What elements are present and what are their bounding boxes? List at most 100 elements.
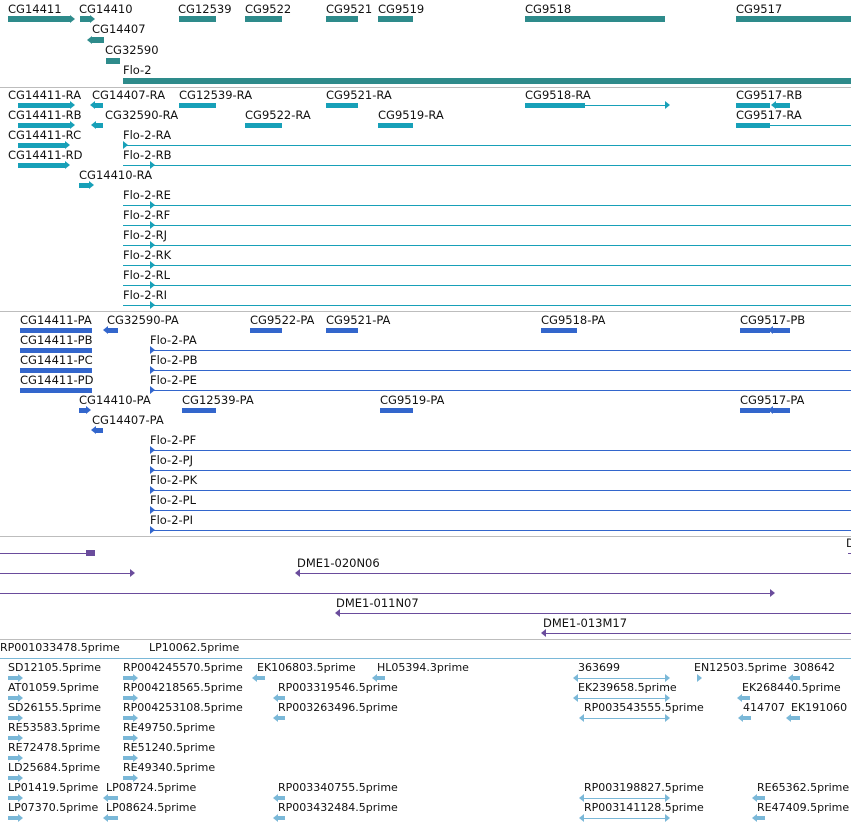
est-414707-label[interactable]: 414707 (743, 701, 785, 714)
protein-flo-2-pf-line[interactable] (150, 450, 851, 451)
protein-flo-2-pa-label[interactable]: Flo-2-PA (150, 334, 197, 347)
clone-d-label[interactable]: D (846, 537, 851, 550)
transcript-cg14407-ra-block[interactable] (95, 102, 103, 108)
protein-cg14411-pb-block[interactable] (20, 347, 92, 353)
est-rp003432484-5prime-block[interactable] (278, 816, 285, 820)
est-re72478-5prime-block[interactable] (8, 756, 18, 760)
est-ek268440-5prime-block[interactable] (742, 696, 750, 700)
transcript-flo-2-rj-line[interactable] (123, 245, 851, 246)
transcript-cg9518-ra-line[interactable] (585, 105, 665, 106)
transcript-cg9517-rb-block[interactable] (736, 102, 770, 108)
transcript-cg14411-rd-label[interactable]: CG14411-RD (8, 149, 83, 162)
protein-cg14411-pa-label[interactable]: CG14411-PA (20, 314, 92, 327)
est-rp004245570-5prime-block[interactable] (123, 676, 133, 680)
protein-cg14411-pa-block[interactable] (20, 327, 92, 333)
transcript-cg9518-ra-block[interactable] (525, 102, 585, 108)
protein-cg14411-pc-label[interactable]: CG14411-PC (20, 354, 93, 367)
protein-cg14407-pa-block[interactable] (96, 427, 103, 433)
est-rp003543555-5prime-label[interactable]: RP003543555.5prime (584, 701, 704, 714)
est-lp07370-5prime-block[interactable] (8, 816, 18, 820)
transcript-cg32590-ra-label[interactable]: CG32590-RA (105, 109, 178, 122)
transcript-cg9517-ra-block[interactable] (736, 122, 770, 128)
est-lp07370-5prime-label[interactable]: LP07370.5prime (8, 801, 98, 814)
est-lp10062-5prime-label[interactable]: LP10062.5prime (149, 641, 239, 654)
gene-cg14407-label[interactable]: CG14407 (92, 23, 146, 36)
transcript-cg12539-ra-block[interactable] (179, 102, 216, 108)
transcript-flo-2-ri-label[interactable]: Flo-2-RI (123, 289, 167, 302)
transcript-cg12539-ra-label[interactable]: CG12539-RA (179, 89, 252, 102)
est-rp004218565-5prime-label[interactable]: RP004218565.5prime (123, 681, 243, 694)
est-rp003141128-5prime-line[interactable] (584, 818, 665, 819)
transcript-flo-2-rk-label[interactable]: Flo-2-RK (123, 249, 171, 262)
est-hl05394-3prime-block[interactable] (377, 676, 385, 680)
transcript-flo-2-ra-label[interactable]: Flo-2-RA (123, 129, 171, 142)
est-re51240-5prime-label[interactable]: RE51240.5prime (123, 741, 215, 754)
gene-cg9519-block[interactable] (378, 16, 413, 22)
gene-cg9522-label[interactable]: CG9522 (245, 3, 291, 16)
est-re47409-5prime-label[interactable]: RE47409.5prime (757, 801, 849, 814)
transcript-cg9521-ra-block[interactable] (326, 102, 358, 108)
clone-dme1-020n06-line[interactable] (300, 573, 851, 574)
transcript-flo-2-re-label[interactable]: Flo-2-RE (123, 189, 171, 202)
est-rp003340755-5prime-block[interactable] (278, 796, 285, 800)
protein-cg14411-pd-label[interactable]: CG14411-PD (20, 374, 93, 387)
gene-cg14410-label[interactable]: CG14410 (79, 3, 133, 16)
gene-cg12539-label[interactable]: CG12539 (178, 3, 232, 16)
protein-cg32590-pa-block[interactable] (108, 327, 118, 333)
protein-flo-2-pl-label[interactable]: Flo-2-PL (150, 494, 196, 507)
est-363699-label[interactable]: 363699 (578, 661, 620, 674)
est-en12503-5prime-label[interactable]: EN12503.5prime (694, 661, 787, 674)
est-re65362-5prime-label[interactable]: RE65362.5prime (757, 781, 849, 794)
protein-flo-2-pk-line[interactable] (150, 490, 851, 491)
est-ek106803-5prime-block[interactable] (257, 676, 265, 680)
est-rp003543555-5prime-line[interactable] (584, 718, 665, 719)
transcript-flo-2-rb-label[interactable]: Flo-2-RB (123, 149, 172, 162)
transcript-flo-2-ra-line[interactable] (123, 145, 851, 146)
transcript-cg9518-ra-label[interactable]: CG9518-RA (525, 89, 591, 102)
gene-flo-2-label[interactable]: Flo-2 (123, 64, 152, 77)
est-sd26155-5prime-label[interactable]: SD26155.5prime (8, 701, 101, 714)
gene-cg9519-label[interactable]: CG9519 (378, 3, 424, 16)
protein-cg9517-pb-block[interactable] (773, 327, 790, 333)
protein-flo-2-pi-line[interactable] (150, 530, 851, 531)
est-re51240-5prime-block[interactable] (123, 756, 133, 760)
gene-cg14411-label[interactable]: CG14411 (8, 3, 62, 16)
protein-flo-2-pk-label[interactable]: Flo-2-PK (150, 474, 197, 487)
transcript-flo-2-rk-line[interactable] (123, 265, 851, 266)
transcript-cg9517-ra-label[interactable]: CG9517-RA (736, 109, 802, 122)
gene-cg32590-label[interactable]: CG32590 (105, 44, 159, 57)
est-re49750-5prime-block[interactable] (123, 736, 133, 740)
protein-cg9518-pa-label[interactable]: CG9518-PA (541, 314, 605, 327)
est-lp08624-5prime-label[interactable]: LP08624.5prime (106, 801, 196, 814)
est-414707-block[interactable] (743, 716, 751, 720)
protein-cg14410-pa-block[interactable] (79, 407, 86, 413)
est-rp003198827-5prime-line[interactable] (584, 798, 665, 799)
protein-flo-2-pe-line[interactable] (150, 390, 851, 391)
est-re49750-5prime-label[interactable]: RE49750.5prime (123, 721, 215, 734)
protein-cg9522-pa-label[interactable]: CG9522-PA (250, 314, 314, 327)
gene-cg9521-label[interactable]: CG9521 (326, 3, 372, 16)
protein-cg12539-pa-block[interactable] (182, 407, 216, 413)
protein-flo-2-pl-line[interactable] (150, 510, 851, 511)
clone-unnamed-3-line[interactable] (0, 593, 770, 594)
protein-flo-2-pj-line[interactable] (150, 470, 851, 471)
est-rp003432484-5prime-label[interactable]: RP003432484.5prime (278, 801, 398, 814)
gene-cg14410-block[interactable] (80, 16, 90, 22)
protein-cg9518-pa-block[interactable] (541, 327, 577, 333)
protein-cg9517-pa-block[interactable] (740, 407, 770, 413)
transcript-flo-2-re-line[interactable] (123, 205, 851, 206)
gene-cg9521-block[interactable] (326, 16, 358, 22)
transcript-cg9519-ra-block[interactable] (378, 122, 413, 128)
est-rp001033478-5prime-line[interactable] (0, 658, 851, 659)
transcript-flo-2-rj-label[interactable]: Flo-2-RJ (123, 229, 167, 242)
est-ek191060-label[interactable]: EK191060 (791, 701, 847, 714)
protein-flo-2-pf-label[interactable]: Flo-2-PF (150, 434, 196, 447)
est-ld25684-5prime-label[interactable]: LD25684.5prime (8, 761, 100, 774)
est-308642-block[interactable] (793, 676, 800, 680)
est-rp003263496-5prime-label[interactable]: RP003263496.5prime (278, 701, 398, 714)
transcript-flo-2-ri-line[interactable] (123, 305, 851, 306)
protein-cg14407-pa-label[interactable]: CG14407-PA (92, 414, 164, 427)
transcript-cg9522-ra-block[interactable] (245, 122, 282, 128)
protein-cg14411-pc-block[interactable] (20, 367, 92, 373)
est-re53583-5prime-label[interactable]: RE53583.5prime (8, 721, 100, 734)
